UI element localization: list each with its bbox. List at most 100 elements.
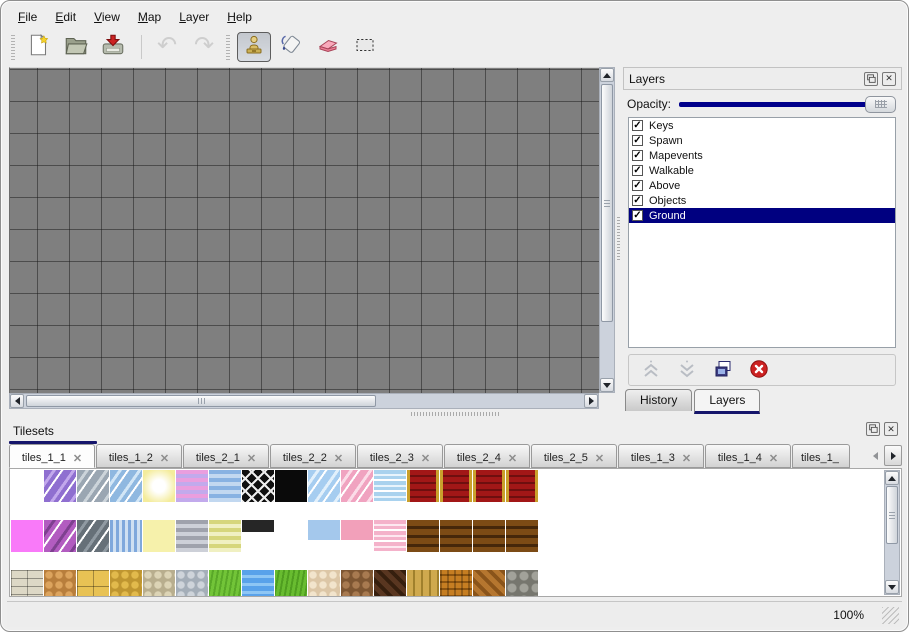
scroll-up-arrow-icon[interactable] xyxy=(600,68,614,82)
tab-close-icon[interactable]: ✕ xyxy=(769,452,778,465)
tile-r3-c14[interactable] xyxy=(440,570,472,597)
layer-row-ground[interactable]: ✓Ground xyxy=(629,208,895,223)
tileset-tab-tiles_1_1[interactable]: tiles_1_1✕ xyxy=(9,444,95,468)
tile-r1-c13[interactable] xyxy=(407,470,439,502)
tile-r2-c3[interactable] xyxy=(77,520,109,552)
tab-scroll-right-icon[interactable] xyxy=(884,445,902,466)
tile-r2-c15[interactable] xyxy=(473,520,505,552)
tile-r2-c4[interactable] xyxy=(110,520,142,552)
undo-button[interactable]: ↶ xyxy=(150,32,184,62)
resize-grip-icon[interactable] xyxy=(882,607,899,624)
tab-layers[interactable]: Layers xyxy=(694,389,760,414)
tile-r2-c2[interactable] xyxy=(44,520,76,552)
tile-r2-c8[interactable] xyxy=(242,520,274,552)
tab-history[interactable]: History xyxy=(625,389,692,411)
menu-map[interactable]: Map xyxy=(129,8,170,26)
tab-close-icon[interactable]: ✕ xyxy=(247,452,256,465)
tile-r3-c7[interactable] xyxy=(209,570,241,597)
tile-r3-c1[interactable] xyxy=(11,570,43,597)
opacity-slider[interactable] xyxy=(679,96,896,113)
tileset-tab-tiles_2_5[interactable]: tiles_2_5✕ xyxy=(531,444,617,468)
tile-r3-c12[interactable] xyxy=(374,570,406,597)
scroll-down-arrow-icon[interactable] xyxy=(600,378,614,392)
menu-view[interactable]: View xyxy=(85,8,129,26)
tile-r2-c5[interactable] xyxy=(143,520,175,552)
tile-r2-c7[interactable] xyxy=(209,520,241,552)
redo-button[interactable]: ↷ xyxy=(187,32,221,62)
save-button[interactable] xyxy=(96,32,130,62)
tile-r3-c8[interactable] xyxy=(242,570,274,597)
tab-close-icon[interactable]: ✕ xyxy=(73,452,82,465)
close-panel-icon[interactable]: ✕ xyxy=(884,422,898,436)
menu-help[interactable]: Help xyxy=(218,8,261,26)
tileset-tab-tiles_2_2[interactable]: tiles_2_2✕ xyxy=(270,444,356,468)
tab-close-icon[interactable]: ✕ xyxy=(682,452,691,465)
eraser-tool-button[interactable] xyxy=(311,32,345,62)
tile-r3-c16[interactable] xyxy=(506,570,538,597)
layer-row-keys[interactable]: ✓Keys xyxy=(629,118,895,133)
tile-r1-c5[interactable] xyxy=(143,470,175,502)
scroll-left-arrow-icon[interactable] xyxy=(10,394,24,408)
scroll-up-arrow-icon[interactable] xyxy=(885,471,899,485)
tile-r1-c9[interactable] xyxy=(275,470,307,502)
layer-visibility-checkbox[interactable]: ✓ xyxy=(632,165,643,176)
layer-row-mapevents[interactable]: ✓Mapevents xyxy=(629,148,895,163)
tileset-vscroll-thumb[interactable] xyxy=(886,486,898,544)
menu-file[interactable]: File xyxy=(9,8,46,26)
tile-r1-c7[interactable] xyxy=(209,470,241,502)
layer-row-above[interactable]: ✓Above xyxy=(629,178,895,193)
tileset-tab-tiles_1[interactable]: tiles_1_ xyxy=(792,444,850,468)
stamp-tool-button[interactable] xyxy=(237,32,271,62)
tab-close-icon[interactable]: ✕ xyxy=(508,452,517,465)
new-file-button[interactable] xyxy=(22,32,56,62)
canvas-vscroll-thumb[interactable] xyxy=(601,84,613,322)
open-button[interactable] xyxy=(59,32,93,62)
float-panel-icon[interactable] xyxy=(866,422,880,436)
tile-r2-c13[interactable] xyxy=(407,520,439,552)
tile-r2-c12[interactable] xyxy=(374,520,406,552)
duplicate-layer-button[interactable] xyxy=(711,358,735,382)
tab-scroll-left-icon[interactable] xyxy=(868,445,882,466)
lower-layer-button[interactable] xyxy=(675,358,699,382)
canvas-hscroll-thumb[interactable] xyxy=(26,395,376,407)
tile-r2-c11[interactable] xyxy=(341,520,373,552)
layer-row-walkable[interactable]: ✓Walkable xyxy=(629,163,895,178)
delete-layer-button[interactable] xyxy=(747,358,771,382)
tileset-tab-tiles_2_4[interactable]: tiles_2_4✕ xyxy=(444,444,530,468)
layer-visibility-checkbox[interactable]: ✓ xyxy=(632,180,643,191)
layer-row-objects[interactable]: ✓Objects xyxy=(629,193,895,208)
layer-visibility-checkbox[interactable]: ✓ xyxy=(632,135,643,146)
tile-r1-c8[interactable] xyxy=(242,470,274,502)
tile-r3-c15[interactable] xyxy=(473,570,505,597)
tile-r2-c9[interactable] xyxy=(275,520,307,552)
menu-layer[interactable]: Layer xyxy=(170,8,218,26)
tile-r3-c10[interactable] xyxy=(308,570,340,597)
tile-r3-c13[interactable] xyxy=(407,570,439,597)
tile-r2-c16[interactable] xyxy=(506,520,538,552)
tile-r3-c11[interactable] xyxy=(341,570,373,597)
tab-close-icon[interactable]: ✕ xyxy=(160,452,169,465)
tile-r1-c12[interactable] xyxy=(374,470,406,502)
toolbar-grip[interactable] xyxy=(226,34,230,60)
tile-r1-c16[interactable] xyxy=(506,470,538,502)
tile-r2-c10[interactable] xyxy=(308,520,340,552)
tab-close-icon[interactable]: ✕ xyxy=(421,452,430,465)
tileset-tab-tiles_2_1[interactable]: tiles_2_1✕ xyxy=(183,444,269,468)
tile-r3-c6[interactable] xyxy=(176,570,208,597)
select-tool-button[interactable] xyxy=(348,32,382,62)
tab-close-icon[interactable]: ✕ xyxy=(334,452,343,465)
layer-visibility-checkbox[interactable]: ✓ xyxy=(632,150,643,161)
layer-row-spawn[interactable]: ✓Spawn xyxy=(629,133,895,148)
raise-layer-button[interactable] xyxy=(639,358,663,382)
close-panel-icon[interactable]: ✕ xyxy=(882,72,896,86)
tile-r3-c3[interactable] xyxy=(77,570,109,597)
tileset-tab-tiles_2_3[interactable]: tiles_2_3✕ xyxy=(357,444,443,468)
tileset-vertical-scrollbar[interactable] xyxy=(884,470,900,595)
tile-r1-c2[interactable] xyxy=(44,470,76,502)
horizontal-splitter[interactable] xyxy=(9,410,903,418)
canvas-horizontal-scrollbar[interactable] xyxy=(9,393,599,409)
opacity-slider-track[interactable] xyxy=(679,102,896,107)
tile-r1-c3[interactable] xyxy=(77,470,109,502)
tile-r1-c14[interactable] xyxy=(440,470,472,502)
layer-visibility-checkbox[interactable]: ✓ xyxy=(632,210,643,221)
